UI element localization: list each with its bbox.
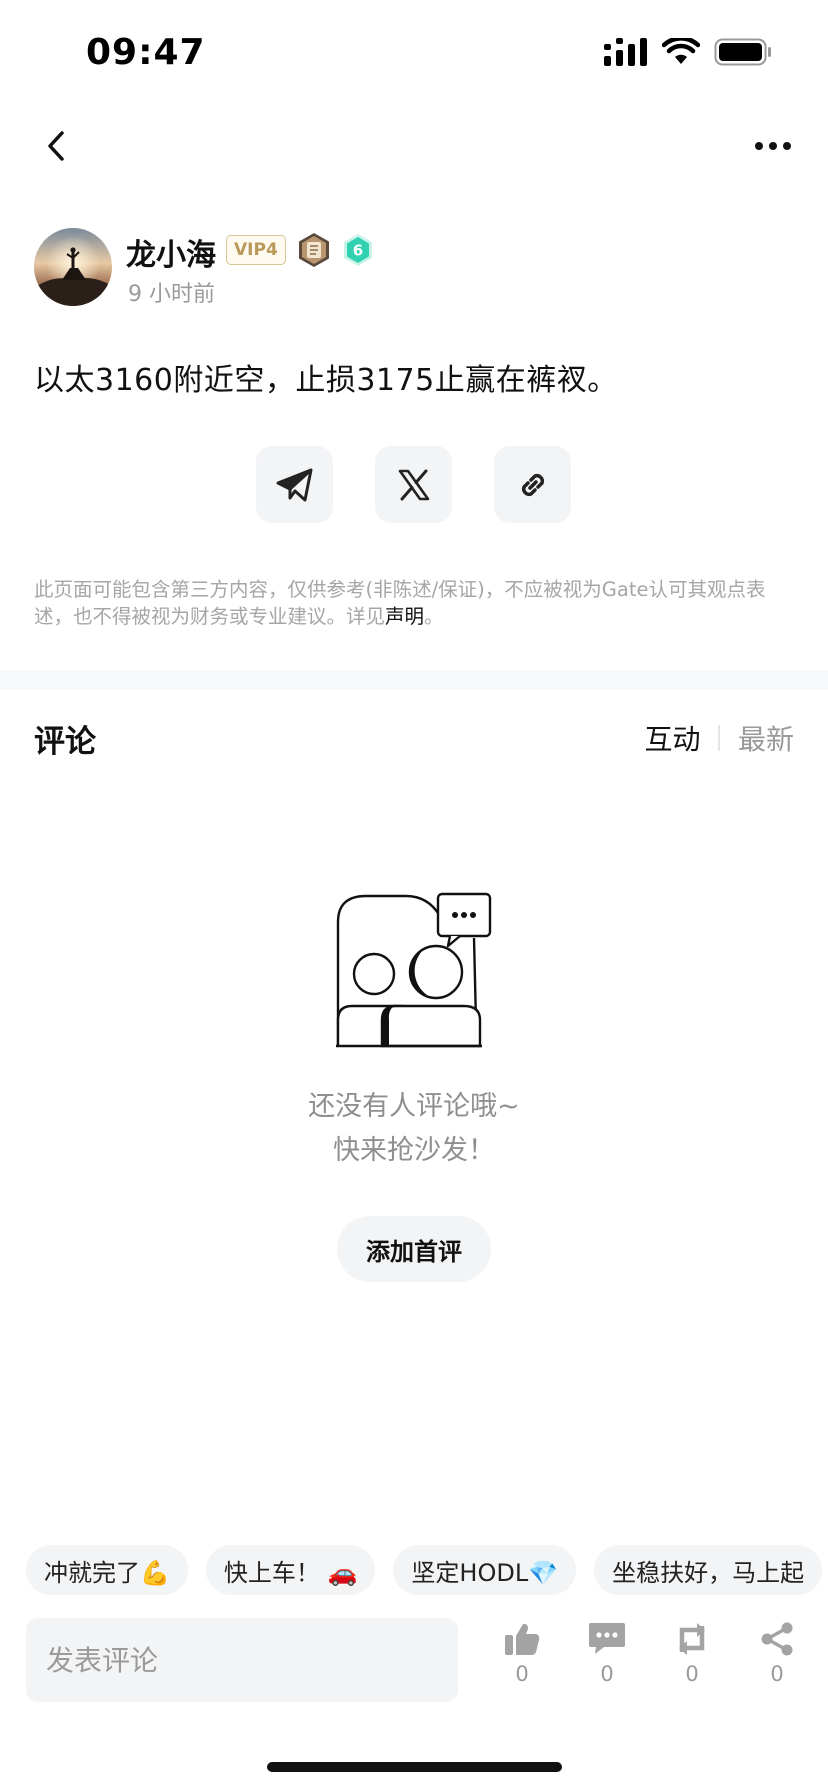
share-button[interactable]: 0 — [752, 1622, 802, 1702]
author-badges: VIP4 6 — [226, 232, 374, 268]
tab-latest[interactable]: 最新 — [738, 718, 794, 758]
quick-reply-chips: 冲就完了💪 快上车！ 🚗 坚定HODL💎 坐稳扶好，马上起 — [26, 1545, 828, 1595]
top-nav — [0, 110, 828, 186]
add-first-comment-button[interactable]: 添加首评 — [337, 1216, 491, 1282]
section-divider — [0, 670, 828, 690]
quick-reply-chip[interactable]: 冲就完了💪 — [26, 1545, 188, 1595]
like-count: 0 — [515, 1662, 529, 1686]
comment-count: 0 — [600, 1662, 614, 1686]
like-button[interactable]: 0 — [497, 1622, 547, 1702]
post-time: 9 小时前 — [128, 282, 215, 307]
status-icons — [604, 38, 772, 66]
more-button[interactable] — [746, 124, 800, 168]
vip-badge: VIP4 — [226, 235, 286, 265]
quick-reply-chip[interactable]: 快上车！ 🚗 — [205, 1545, 376, 1595]
status-bar: 09:47 — [0, 0, 828, 100]
comment-input[interactable] — [26, 1618, 458, 1702]
back-button[interactable] — [34, 124, 78, 168]
copy-link-button[interactable] — [494, 446, 571, 523]
bottom-action-bar: 0 0 0 0 — [0, 1616, 828, 1706]
disclaimer-link[interactable]: 声明 — [385, 605, 424, 628]
telegram-icon — [276, 468, 312, 501]
cellular-signal-icon — [604, 38, 647, 66]
author-name[interactable]: 龙小海 — [126, 230, 216, 274]
quick-reply-chip[interactable]: 坚定HODL💎 — [393, 1545, 577, 1595]
repost-icon — [679, 1623, 705, 1655]
share-count: 0 — [770, 1662, 784, 1686]
tab-interactive[interactable]: 互动 — [644, 718, 700, 758]
scroll-medal-icon — [298, 233, 329, 267]
thumbs-up-icon — [505, 1623, 540, 1655]
quick-reply-chip[interactable]: 坐稳扶好，马上起 — [594, 1545, 823, 1595]
comment-bubble-icon — [589, 1623, 625, 1654]
repost-button[interactable]: 0 — [667, 1622, 717, 1702]
comment-button[interactable]: 0 — [582, 1622, 632, 1702]
post-content: 以太3160附近空，止损3175止赢在裤衩。 — [34, 363, 618, 398]
post-author: 龙小海 VIP4 6 9 小时前 — [34, 228, 794, 308]
comments-title: 评论 — [34, 724, 96, 760]
x-icon — [398, 469, 429, 500]
wifi-icon — [662, 38, 700, 64]
chevron-left-icon — [48, 131, 64, 161]
share-telegram-button[interactable] — [256, 446, 333, 523]
repost-count: 0 — [685, 1662, 699, 1686]
svg-text:6: 6 — [353, 242, 363, 260]
share-row — [256, 446, 571, 523]
share-x-button[interactable] — [375, 446, 452, 523]
status-time: 09:47 — [86, 32, 206, 73]
level-badge-icon: 6 — [343, 234, 372, 266]
tab-separator — [718, 725, 720, 751]
empty-message-line2: 快来抢沙发！ — [333, 1135, 495, 1166]
comments-header: 评论 互动 最新 — [34, 712, 794, 762]
disclaimer: 此页面可能包含第三方内容，仅供参考(非陈述/保证)，不应被视为Gate认可其观点… — [34, 576, 794, 630]
more-dots-icon — [755, 142, 791, 150]
share-icon — [761, 1622, 793, 1656]
avatar[interactable] — [34, 228, 112, 306]
link-icon — [521, 473, 544, 496]
empty-comments-illustration — [336, 892, 492, 1048]
empty-message-line1: 还没有人评论哦~ — [308, 1091, 520, 1122]
battery-icon — [714, 38, 771, 66]
disclaimer-end: 。 — [424, 605, 444, 628]
comment-sort-tabs: 互动 最新 — [644, 718, 794, 758]
home-indicator — [267, 1762, 562, 1772]
